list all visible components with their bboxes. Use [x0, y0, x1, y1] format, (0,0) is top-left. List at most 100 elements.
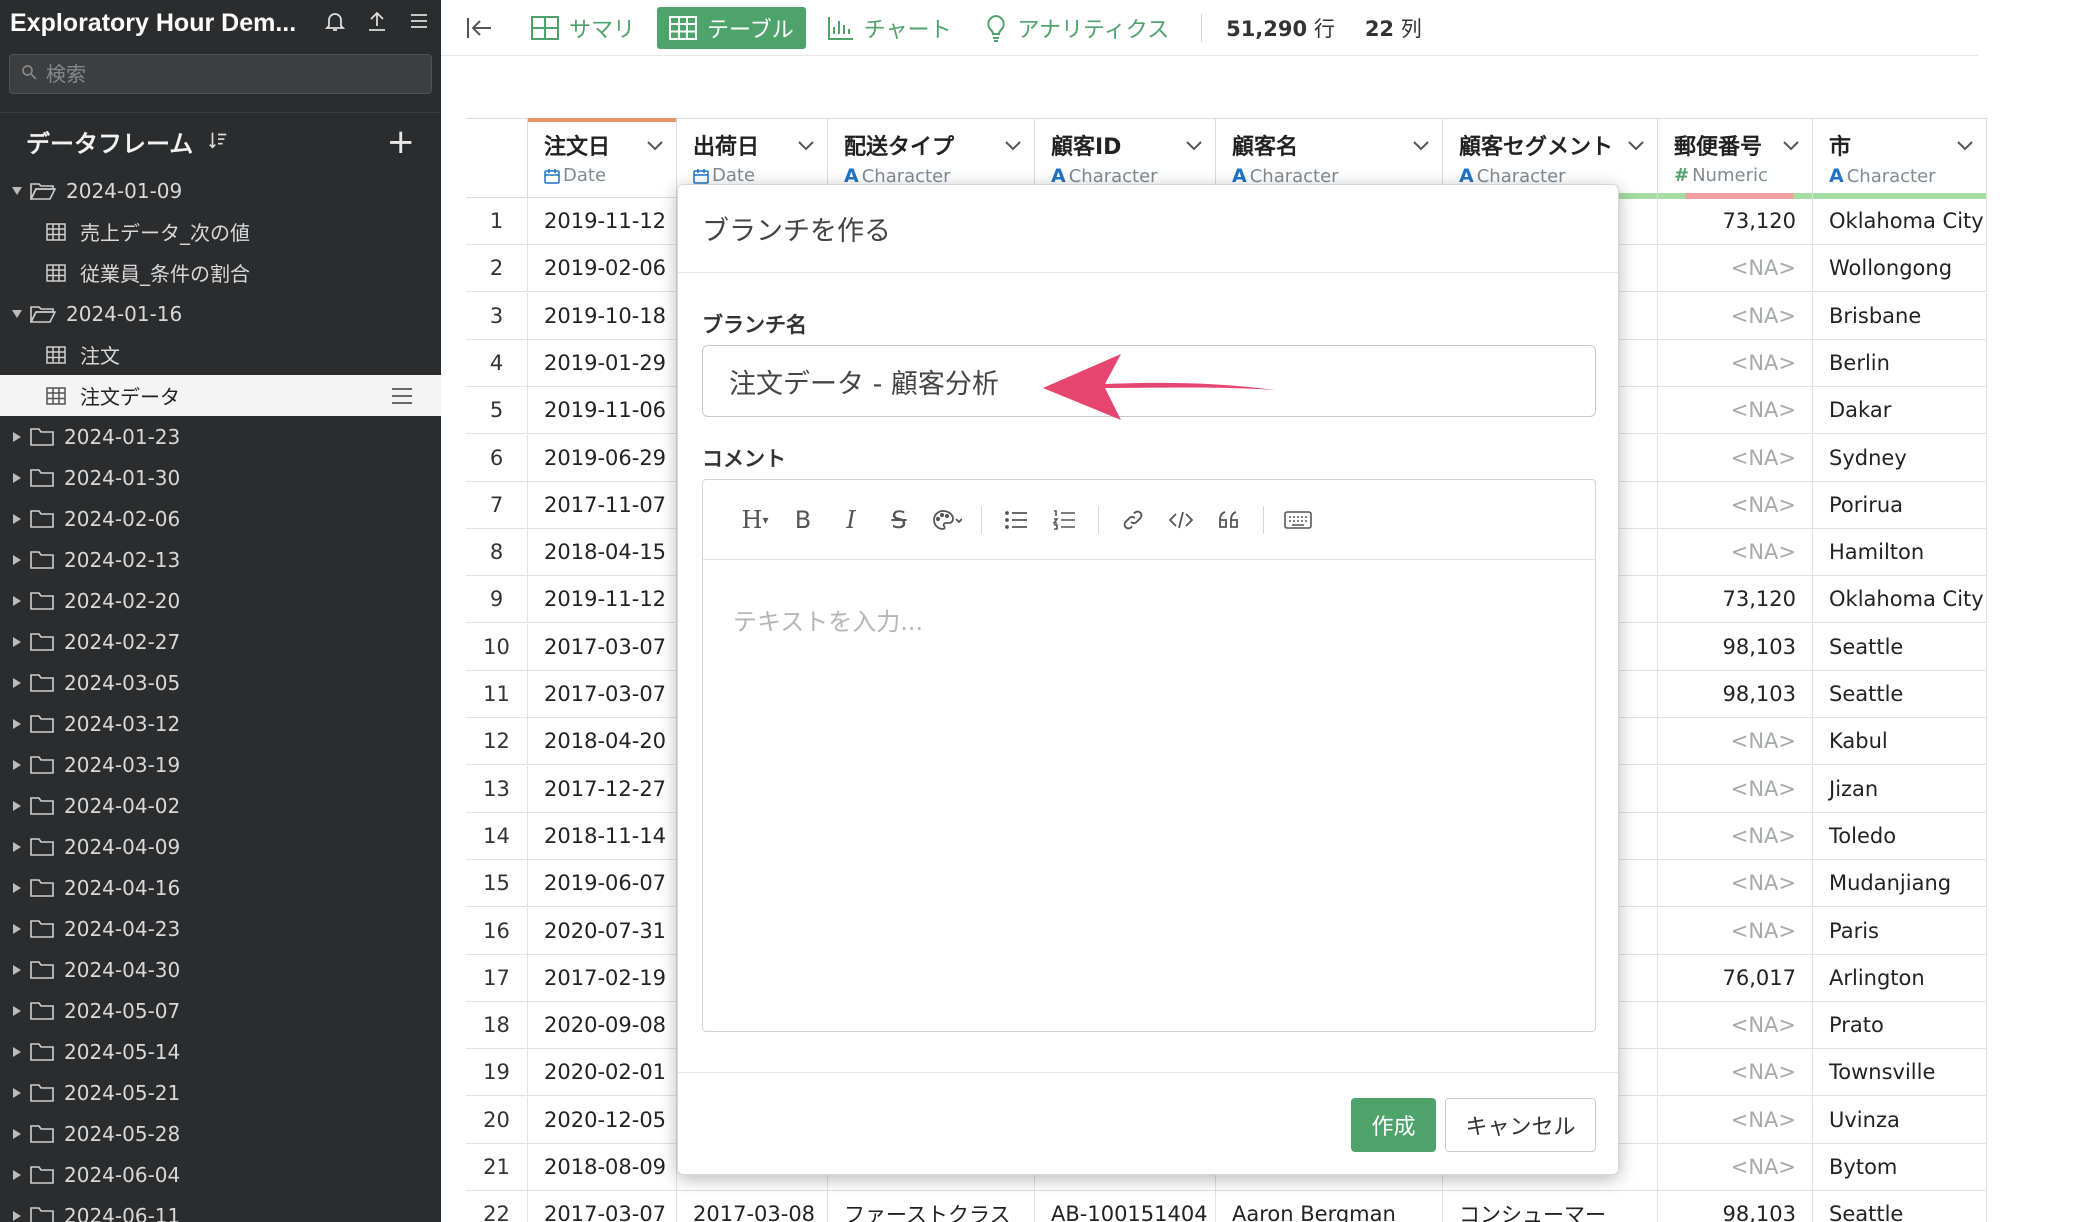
caret-right-icon[interactable]	[10, 431, 24, 443]
chevron-down-icon[interactable]	[1956, 137, 1974, 156]
sidebar-dataframe-item[interactable]: 売上データ_次の値	[0, 211, 441, 252]
numbered-list-icon[interactable]	[1040, 500, 1088, 540]
bell-icon[interactable]	[323, 9, 347, 37]
table-cell[interactable]: Bytom	[1813, 1144, 1987, 1190]
table-cell[interactable]: 73,120	[1658, 198, 1813, 244]
table-cell[interactable]: <NA>	[1658, 860, 1813, 907]
caret-right-icon[interactable]	[10, 841, 24, 853]
table-cell[interactable]: 2018-11-14	[528, 812, 677, 859]
chevron-down-icon[interactable]	[797, 137, 815, 156]
bullet-list-icon[interactable]	[992, 500, 1040, 540]
sidebar-folder[interactable]: 2024-01-09	[0, 170, 441, 211]
table-cell[interactable]: <NA>	[1658, 245, 1813, 292]
sidebar-folder[interactable]: 2024-05-21	[0, 1072, 441, 1113]
sort-icon[interactable]	[207, 129, 229, 155]
quote-icon[interactable]	[1205, 500, 1253, 540]
table-cell[interactable]: 2019-06-29	[528, 434, 677, 481]
sidebar-folder[interactable]: 2024-06-11	[0, 1195, 441, 1222]
table-cell[interactable]: <NA>	[1658, 481, 1813, 528]
table-cell[interactable]: 2019-01-29	[528, 339, 677, 386]
table-cell[interactable]: Seattle	[1813, 671, 1987, 717]
table-cell[interactable]: <NA>	[1658, 1144, 1813, 1190]
table-cell[interactable]: Seattle	[1813, 623, 1987, 670]
bold-icon[interactable]: B	[779, 500, 827, 540]
sidebar-folder[interactable]: 2024-01-23	[0, 416, 441, 457]
sidebar-folder[interactable]: 2024-03-12	[0, 703, 441, 744]
add-dataframe-icon[interactable]: +	[387, 125, 416, 159]
table-cell[interactable]: 2019-02-06	[528, 245, 677, 292]
table-cell[interactable]: 76,017	[1658, 954, 1813, 1001]
table-cell[interactable]: Hamilton	[1813, 529, 1987, 576]
keyboard-icon[interactable]	[1274, 500, 1322, 540]
strikethrough-icon[interactable]: S	[875, 500, 923, 540]
link-icon[interactable]	[1109, 500, 1157, 540]
table-cell[interactable]: Brisbane	[1813, 292, 1987, 339]
caret-down-icon[interactable]	[10, 186, 24, 196]
table-cell[interactable]: ファーストクラス	[828, 1191, 1035, 1222]
table-cell[interactable]: Toledo	[1813, 812, 1987, 859]
code-icon[interactable]	[1157, 500, 1205, 540]
sidebar-folder[interactable]: 2024-02-06	[0, 498, 441, 539]
chevron-down-icon[interactable]	[1185, 137, 1203, 156]
table-cell[interactable]: 2017-02-19	[528, 954, 677, 1001]
cancel-button[interactable]: キャンセル	[1445, 1098, 1596, 1152]
table-cell[interactable]: 2020-07-31	[528, 907, 677, 954]
sidebar-folder[interactable]: 2024-04-16	[0, 867, 441, 908]
table-cell[interactable]: コンシューマー	[1443, 1191, 1658, 1222]
table-cell[interactable]: 98,103	[1658, 671, 1813, 717]
table-cell[interactable]: 2019-11-12	[528, 576, 677, 623]
heading-icon[interactable]: H ▾	[731, 500, 779, 540]
caret-right-icon[interactable]	[10, 964, 24, 976]
sidebar-folder[interactable]: 2024-06-04	[0, 1154, 441, 1195]
caret-right-icon[interactable]	[10, 677, 24, 689]
table-cell[interactable]: 2017-03-07	[528, 1191, 677, 1222]
menu-icon[interactable]	[407, 9, 431, 37]
caret-right-icon[interactable]	[10, 554, 24, 566]
table-cell[interactable]: 2017-03-08	[677, 1191, 828, 1222]
table-cell[interactable]: Dakar	[1813, 387, 1987, 434]
tab-analytics[interactable]: アナリティクス	[973, 7, 1181, 49]
table-cell[interactable]: 2017-11-07	[528, 481, 677, 528]
project-title[interactable]: Exploratory Hour Dem...	[10, 9, 323, 38]
table-cell[interactable]: Sydney	[1813, 434, 1987, 481]
sidebar-folder[interactable]: 2024-04-23	[0, 908, 441, 949]
table-cell[interactable]: 98,103	[1658, 623, 1813, 670]
table-cell[interactable]: Mudanjiang	[1813, 860, 1987, 907]
table-cell[interactable]: <NA>	[1658, 718, 1813, 765]
color-palette-icon[interactable]	[923, 500, 971, 540]
table-cell[interactable]: <NA>	[1658, 434, 1813, 481]
table-cell[interactable]: <NA>	[1658, 1049, 1813, 1096]
tab-chart[interactable]: チャート	[816, 7, 964, 49]
caret-right-icon[interactable]	[10, 800, 24, 812]
table-cell[interactable]: Porirua	[1813, 481, 1987, 528]
sidebar-folder[interactable]: 2024-01-30	[0, 457, 441, 498]
table-cell[interactable]: Seattle	[1813, 1191, 1987, 1222]
table-cell[interactable]: <NA>	[1658, 529, 1813, 576]
caret-right-icon[interactable]	[10, 718, 24, 730]
sidebar-folder[interactable]: 2024-04-02	[0, 785, 441, 826]
table-cell[interactable]: 2018-04-15	[528, 529, 677, 576]
table-cell[interactable]: Uvinza	[1813, 1096, 1987, 1143]
sidebar-folder[interactable]: 2024-02-13	[0, 539, 441, 580]
sidebar-dataframe-item[interactable]: 従業員_条件の割合	[0, 252, 441, 293]
comment-textarea[interactable]: テキストを入力...	[703, 560, 1595, 679]
table-cell[interactable]: 2019-10-18	[528, 292, 677, 339]
collapse-sidebar-icon[interactable]	[465, 15, 495, 41]
sidebar-folder[interactable]: 2024-02-27	[0, 621, 441, 662]
menu-icon[interactable]	[391, 386, 413, 410]
table-cell[interactable]: Wollongong	[1813, 245, 1987, 292]
sidebar-folder[interactable]: 2024-02-20	[0, 580, 441, 621]
caret-right-icon[interactable]	[10, 1087, 24, 1099]
sidebar-folder[interactable]: 2024-05-28	[0, 1113, 441, 1154]
table-cell[interactable]: <NA>	[1658, 387, 1813, 434]
chevron-down-icon[interactable]	[1412, 137, 1430, 156]
table-cell[interactable]: <NA>	[1658, 1096, 1813, 1143]
caret-right-icon[interactable]	[10, 923, 24, 935]
caret-right-icon[interactable]	[10, 513, 24, 525]
sidebar-folder[interactable]: 2024-01-16	[0, 293, 441, 334]
sidebar-folder[interactable]: 2024-03-19	[0, 744, 441, 785]
table-cell[interactable]: Arlington	[1813, 954, 1987, 1001]
caret-right-icon[interactable]	[10, 882, 24, 894]
table-cell[interactable]: <NA>	[1658, 812, 1813, 859]
table-cell[interactable]: 2020-09-08	[528, 1002, 677, 1049]
